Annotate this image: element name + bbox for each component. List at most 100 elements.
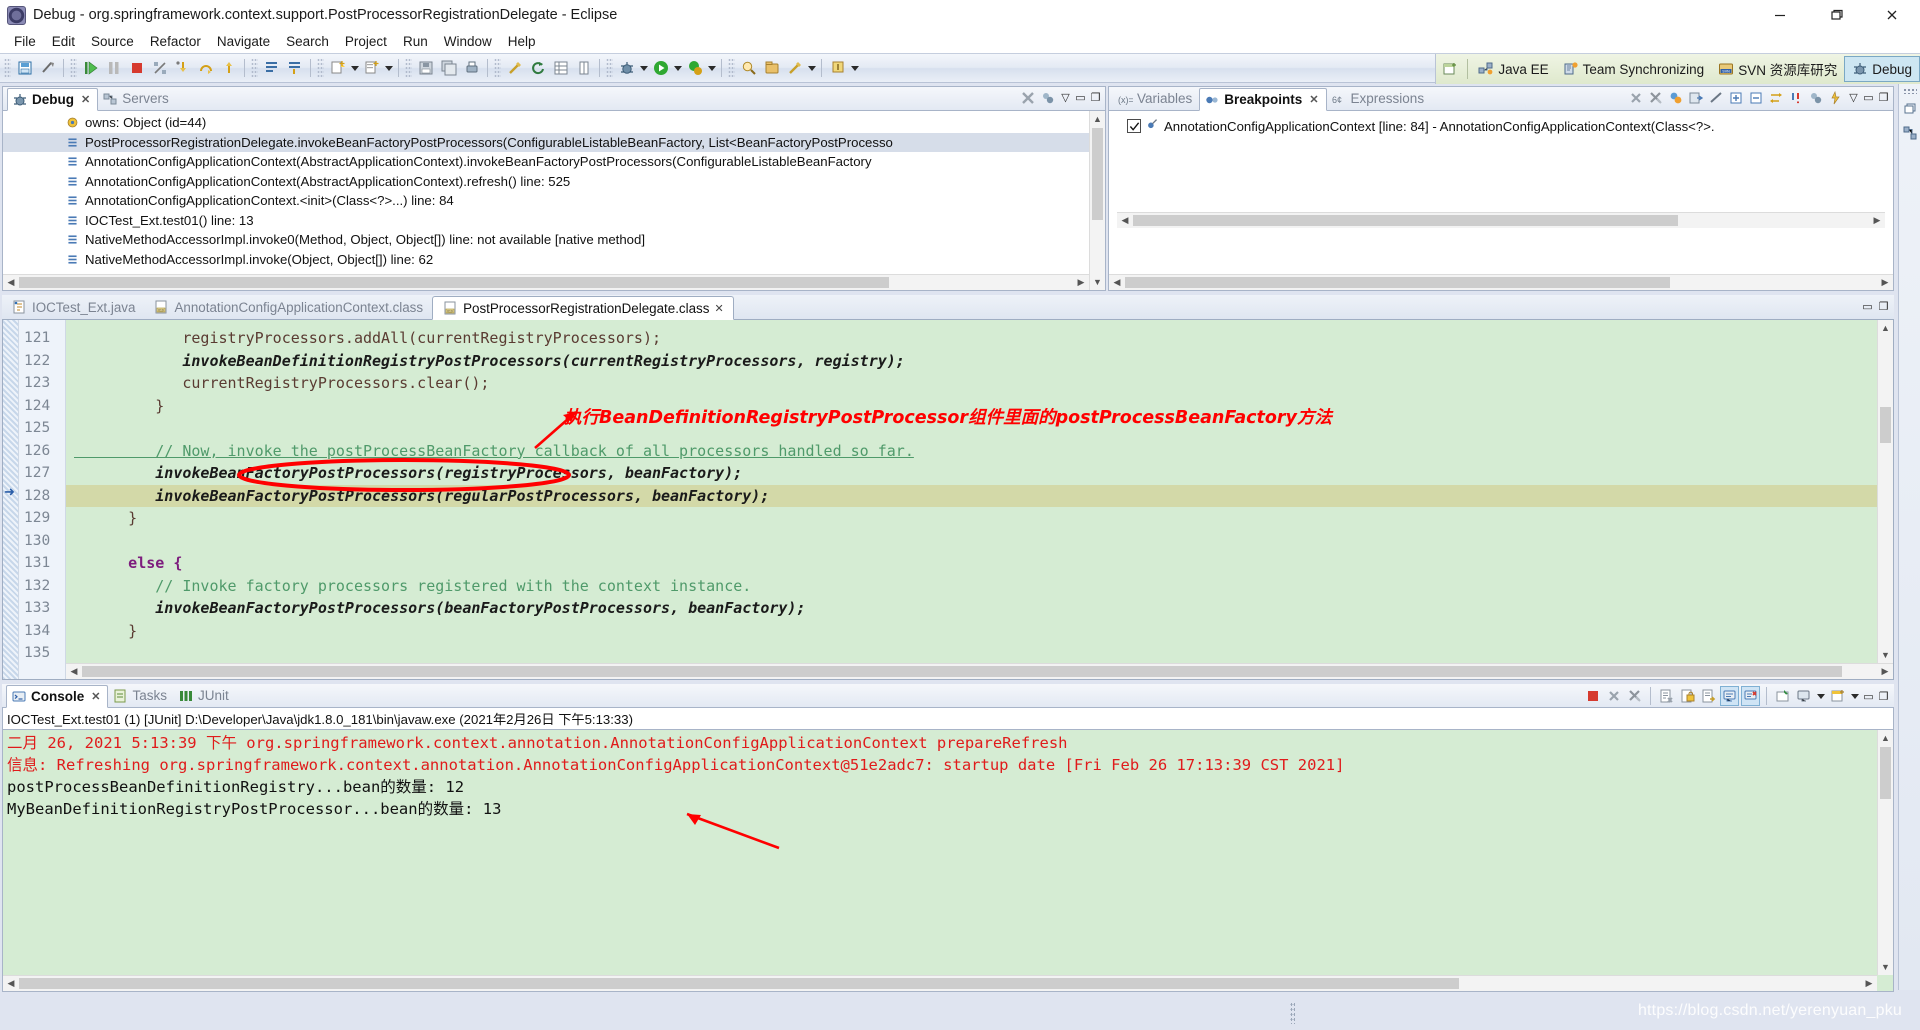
scroll-right-icon[interactable]: ▶ [1877,275,1893,291]
tab-breakpoints[interactable]: Breakpoints ✕ [1199,88,1327,111]
minimize-icon[interactable] [1752,0,1808,30]
pin-console-icon[interactable] [1773,686,1792,706]
lock-scroll-icon[interactable] [1678,686,1697,706]
menu-edit[interactable]: Edit [44,32,83,51]
restore-view-icon[interactable] [1901,100,1919,118]
toolbar-grip[interactable] [251,58,258,78]
code-line[interactable]: registryProcessors.addAll(currentRegistr… [66,327,1893,350]
scrollbar-thumb[interactable] [19,978,1459,989]
goto-icon[interactable] [1687,88,1705,107]
view-menu-icon[interactable]: ▽ [1059,88,1072,107]
perspective-svn[interactable]: SVN SVN 资源库研究 [1711,56,1844,82]
code-line[interactable]: else { [66,552,1893,575]
annotate-icon[interactable] [783,57,806,79]
column-icon[interactable] [572,57,595,79]
remove-all-launches-icon[interactable] [1625,686,1644,706]
scroll-left-icon[interactable]: ◀ [3,976,19,992]
disconnect-icon[interactable] [148,57,171,79]
minimize-icon[interactable]: ▭ [1074,88,1087,107]
refresh-icon[interactable] [526,57,549,79]
remove-icon[interactable] [1627,88,1645,107]
close-icon[interactable]: ✕ [91,690,100,703]
debug-icon[interactable] [615,57,638,79]
code-line[interactable]: invokeBeanFactoryPostProcessors(beanFact… [66,597,1893,620]
menu-refactor[interactable]: Refactor [142,32,209,51]
open-task-2-icon[interactable] [760,57,783,79]
stack-frame-row[interactable]: IOCTest_Ext.test01() line: 13 [3,211,1105,231]
minimize-icon[interactable]: ▭ [1862,687,1875,706]
save-doc-icon[interactable] [414,57,437,79]
toolbar-grip[interactable] [70,58,77,78]
step-return-icon[interactable] [217,57,240,79]
scroll-left-icon[interactable]: ◀ [1109,275,1125,291]
resume-icon[interactable] [79,57,102,79]
code-line[interactable]: } [66,507,1893,530]
code-text-area[interactable]: registryProcessors.addAll(currentRegistr… [66,320,1893,679]
step-into-icon[interactable] [171,57,194,79]
next-annotation-dropdown-icon[interactable] [849,57,860,79]
console-vertical-scrollbar[interactable]: ▲ ▼ [1877,730,1893,975]
search-ref-icon[interactable] [737,57,760,79]
tab-junit[interactable]: JUnit [174,684,236,707]
debug-view-horizontal-scrollbar[interactable]: ◀ ▶ [3,274,1089,290]
tab-servers[interactable]: Servers [98,87,176,110]
tab-variables[interactable]: (x)= Variables [1113,87,1199,110]
close-icon[interactable]: ✕ [1309,93,1318,106]
view-menu-icon[interactable]: ▽ [1847,88,1860,107]
editor-horizontal-scrollbar[interactable]: ◀ ▶ [66,663,1893,679]
scroll-right-icon[interactable]: ▶ [1073,275,1089,291]
close-icon[interactable]: ✕ [81,93,90,106]
link-editor-icon[interactable] [36,57,59,79]
menu-search[interactable]: Search [278,32,337,51]
code-line[interactable]: currentRegistryProcessors.clear(); [66,372,1893,395]
stack-frame-row[interactable]: owns: Object (id=44) [3,113,1105,133]
new-wizard-dropdown-icon[interactable] [349,57,360,79]
variables-view-icon[interactable] [1901,124,1919,142]
code-line[interactable]: // Invoke factory processors registered … [66,575,1893,598]
status-grip[interactable] [1290,1002,1295,1024]
scroll-left-icon[interactable]: ◀ [66,664,82,680]
debug-dropdown-icon[interactable] [638,57,649,79]
perspective-team-synchronizing[interactable]: Team Synchronizing [1556,56,1712,82]
scrollbar-thumb[interactable] [1880,407,1891,443]
open-perspective-icon[interactable] [1436,55,1464,83]
editor-tab-ioctest[interactable]: IOCTest_Ext.java [2,295,144,319]
toolbar-grip[interactable] [728,58,735,78]
show-console-on-error-icon[interactable] [1741,686,1760,706]
tab-console[interactable]: Console ✕ [6,685,109,708]
breakpoints-horizontal-scrollbar[interactable]: ◀ ▶ [1109,274,1893,290]
maximize-icon[interactable]: ❐ [1877,297,1890,316]
perspective-debug[interactable]: Debug [1844,56,1920,82]
menu-run[interactable]: Run [395,32,436,51]
suspend-icon[interactable] [102,57,125,79]
minimize-icon[interactable]: ▭ [1861,297,1874,316]
menu-navigate[interactable]: Navigate [209,32,278,51]
menu-help[interactable]: Help [500,32,544,51]
maximize-icon[interactable] [1808,0,1864,30]
scroll-lock-icon[interactable] [1699,686,1718,706]
toolbar-grip[interactable] [606,58,613,78]
toolbar-grip[interactable] [405,58,412,78]
maximize-icon[interactable]: ❐ [1089,88,1102,107]
scroll-up-icon[interactable]: ▲ [1090,111,1106,127]
perspective-java-ee[interactable]: Java EE [1471,56,1555,82]
terminate-icon[interactable] [1583,686,1602,706]
editor-vertical-scrollbar[interactable]: ▲ ▼ [1877,320,1893,663]
editor-tab-annotationconfig[interactable]: 010 AnnotationConfigApplicationContext.c… [144,295,432,319]
stack-frame-row[interactable]: AnnotationConfigApplicationContext.<init… [3,191,1105,211]
scroll-left-icon[interactable]: ◀ [3,275,19,291]
disconnect-all-icon[interactable] [1019,88,1037,107]
minimize-icon[interactable]: ▭ [1862,88,1875,107]
working-set-icon[interactable] [1827,88,1845,107]
table-icon[interactable] [549,57,572,79]
scroll-up-icon[interactable]: ▲ [1878,730,1894,746]
toolbar-grip[interactable] [494,58,501,78]
scroll-down-icon[interactable]: ▼ [1878,959,1894,975]
clear-console-icon[interactable] [1657,686,1676,706]
scrollbar-thumb[interactable] [1133,215,1678,226]
exception-breakpoint-icon[interactable] [1787,88,1805,107]
menu-project[interactable]: Project [337,32,395,51]
remove-launch-icon[interactable] [1604,686,1623,706]
print-icon[interactable] [460,57,483,79]
maximize-icon[interactable]: ❐ [1877,687,1890,706]
